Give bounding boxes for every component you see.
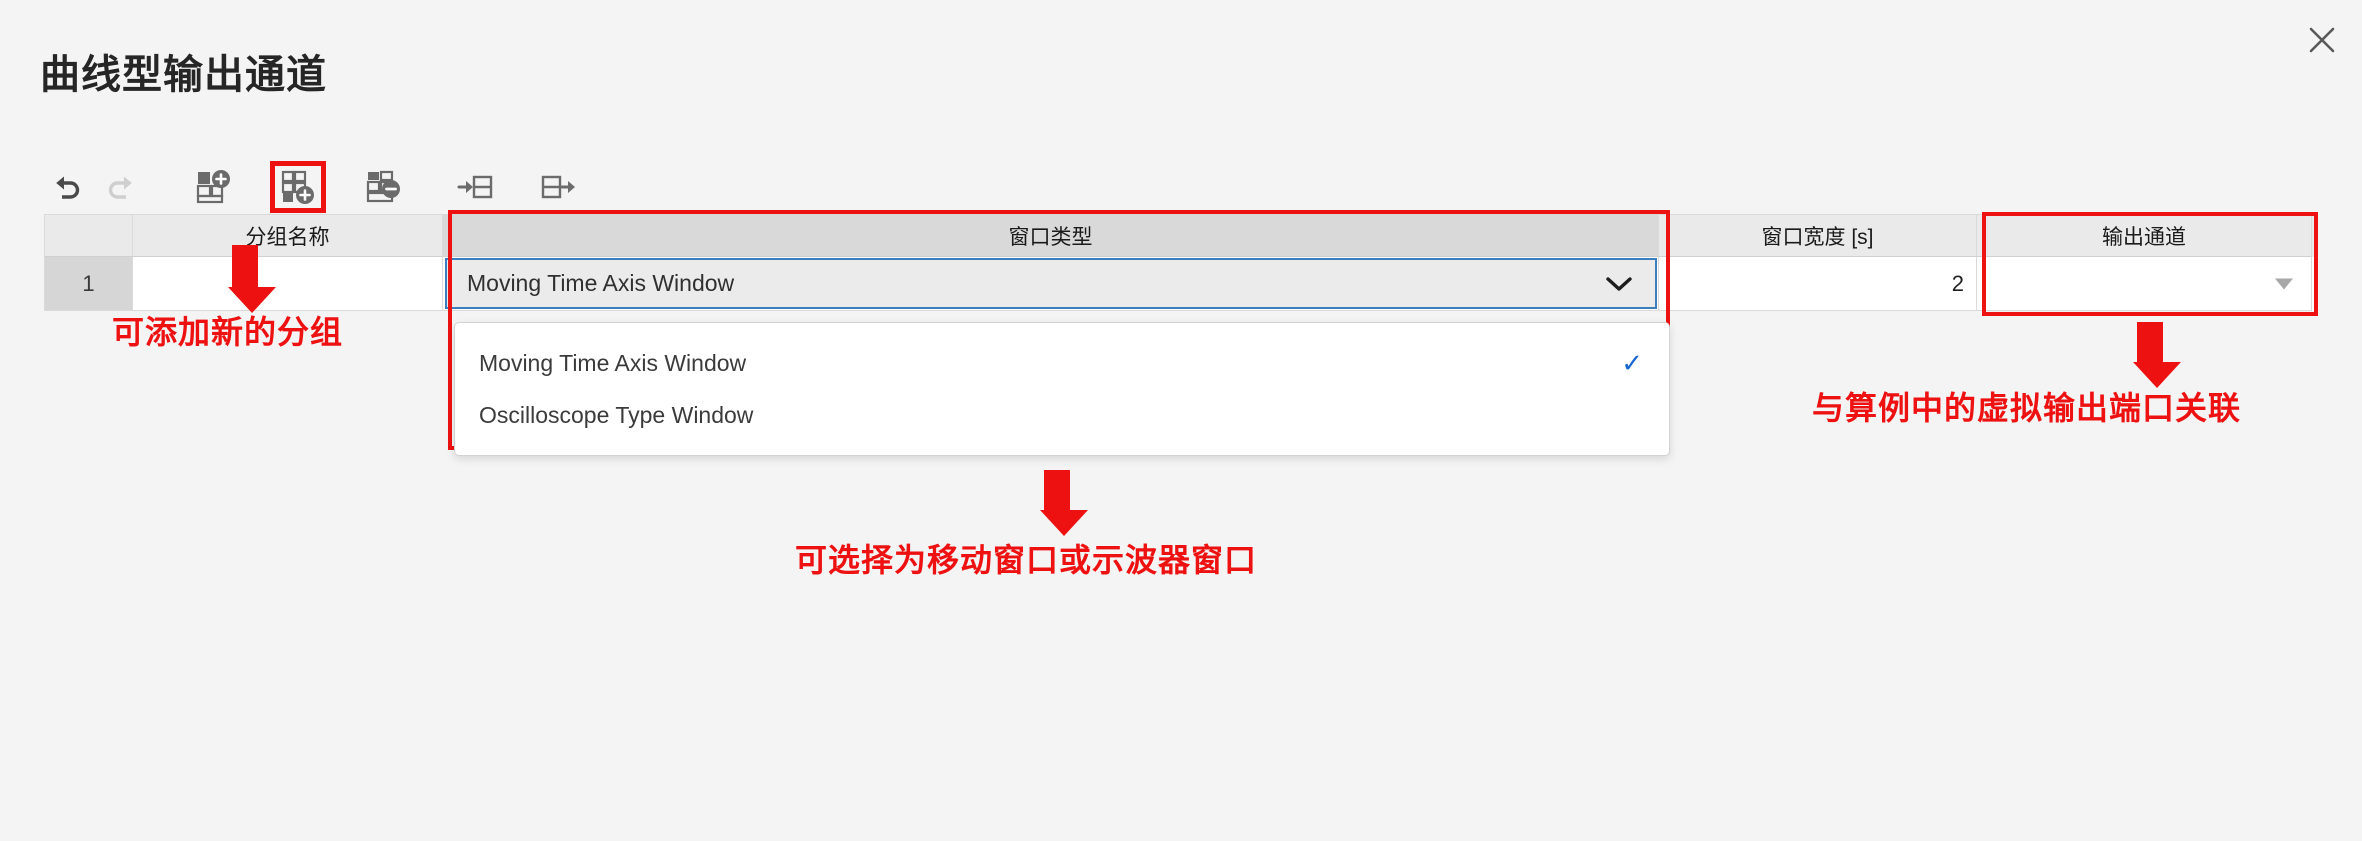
check-icon: ✓ bbox=[1621, 347, 1643, 378]
add-group-button[interactable] bbox=[186, 162, 240, 212]
dropdown-option-oscilloscope-type[interactable]: Oscilloscope Type Window bbox=[455, 389, 1669, 441]
redo-button[interactable] bbox=[94, 162, 148, 212]
annotation-arrow-output-port bbox=[2133, 322, 2181, 388]
group-name-cell[interactable] bbox=[133, 257, 443, 311]
window-type-combobox[interactable]: Moving Time Axis Window bbox=[445, 258, 1657, 309]
redo-icon bbox=[104, 170, 138, 204]
window-width-value: 2 bbox=[1951, 270, 1964, 296]
annotation-output-port-text: 与算例中的虚拟输出端口关联 bbox=[1812, 390, 2242, 426]
table-row[interactable]: 1 Moving Time Axis Window 2 bbox=[45, 257, 2314, 311]
annotation-add-group-text: 可添加新的分组 bbox=[112, 314, 344, 350]
column-header-outchan: 输出通道 bbox=[1977, 215, 2312, 257]
column-header-wintype: 窗口类型 bbox=[443, 215, 1659, 257]
dropdown-option-label: Oscilloscope Type Window bbox=[479, 401, 754, 428]
window-type-value: Moving Time Axis Window bbox=[467, 270, 735, 296]
annotation-window-type-text: 可选择为移动窗口或示波器窗口 bbox=[795, 542, 1258, 578]
triangle-down-icon bbox=[2275, 278, 2293, 289]
outdent-right-icon bbox=[541, 169, 577, 205]
remove-group-button[interactable] bbox=[356, 162, 410, 212]
output-channel-cell[interactable] bbox=[1977, 257, 2312, 311]
dropdown-option-moving-time-axis[interactable]: Moving Time Axis Window ✓ bbox=[455, 337, 1669, 389]
indent-row-button[interactable] bbox=[448, 162, 502, 212]
window-type-cell[interactable]: Moving Time Axis Window bbox=[443, 257, 1659, 311]
window-type-dropdown-menu[interactable]: Moving Time Axis Window ✓ Oscilloscope T… bbox=[454, 322, 1670, 456]
close-button[interactable] bbox=[2296, 14, 2348, 66]
indent-right-icon bbox=[457, 169, 493, 205]
annotation-arrow-window-type bbox=[1040, 470, 1088, 536]
add-sub-group-button[interactable] bbox=[270, 161, 326, 213]
undo-icon bbox=[50, 170, 84, 204]
annotation-arrow-add-group bbox=[228, 245, 276, 313]
close-icon bbox=[2307, 25, 2337, 55]
column-header-rownum bbox=[45, 215, 133, 257]
window-width-cell[interactable]: 2 bbox=[1659, 257, 1977, 311]
page-title: 曲线型输出通道 bbox=[40, 53, 327, 97]
chevron-down-icon bbox=[1605, 275, 1633, 293]
row-number: 1 bbox=[45, 257, 133, 311]
table-header-row: 分组名称 窗口类型 窗口宽度 [s] 输出通道 bbox=[45, 215, 2314, 257]
output-channel-table: 分组名称 窗口类型 窗口宽度 [s] 输出通道 1 Moving Time Ax… bbox=[44, 214, 2314, 311]
outdent-row-button[interactable] bbox=[532, 162, 586, 212]
column-header-name: 分组名称 bbox=[133, 215, 443, 257]
column-header-winwidth: 窗口宽度 [s] bbox=[1659, 215, 1977, 257]
table-add-sub-icon bbox=[280, 169, 316, 205]
table-remove-icon bbox=[365, 169, 401, 205]
table-add-icon bbox=[195, 169, 231, 205]
toolbar bbox=[40, 160, 2322, 214]
dropdown-option-label: Moving Time Axis Window bbox=[479, 349, 747, 376]
undo-button[interactable] bbox=[40, 162, 94, 212]
